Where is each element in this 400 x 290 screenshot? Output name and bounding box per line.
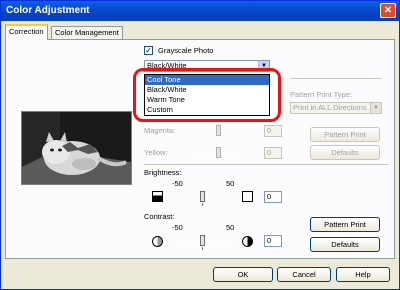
yellow-value-field[interactable]: 0: [264, 147, 282, 159]
cancel-button[interactable]: Cancel: [277, 267, 331, 282]
help-button[interactable]: Help: [336, 267, 390, 282]
brightness-value-field[interactable]: 0: [264, 191, 282, 203]
divider: [290, 78, 382, 79]
pattern-print-type-label: Pattern Print Type:: [290, 90, 352, 99]
tab-color-management-label: Color Management: [55, 28, 119, 37]
brightness-light-icon: [242, 191, 253, 202]
brightness-max: 50: [226, 179, 235, 188]
grayscale-checkbox[interactable]: ✓: [144, 46, 153, 55]
grayscale-label: Grayscale Photo: [158, 46, 214, 55]
contrast-low-icon: [152, 236, 163, 247]
contrast-slider-thumb[interactable]: [200, 235, 205, 246]
brightness-min: -50: [172, 179, 183, 188]
red-highlight-annotation: [133, 68, 281, 122]
magenta-label: Magenta:: [144, 126, 176, 135]
magenta-slider-thumb[interactable]: [216, 125, 221, 136]
contrast-high-icon: [242, 236, 253, 247]
cat-photo: [22, 112, 131, 184]
defaults-button[interactable]: Defaults: [310, 237, 380, 252]
close-icon[interactable]: ✕: [380, 3, 396, 18]
tab-correction[interactable]: Correction: [5, 24, 48, 40]
yellow-label: Yellow:: [144, 148, 168, 157]
contrast-max: 50: [226, 223, 235, 232]
brightness-dark-icon: [152, 191, 163, 202]
pattern-print-type-value: Print in ALL Directions: [293, 103, 367, 112]
tab-color-management[interactable]: Color Management: [51, 26, 123, 39]
brightness-label: Brightness:: [144, 168, 182, 177]
color-adjustment-dialog: Color Adjustment ✕ Correction Color Mana…: [0, 0, 400, 290]
divider: [144, 164, 388, 165]
yellow-slider-thumb[interactable]: [216, 147, 221, 158]
title-bar: Color Adjustment ✕: [1, 1, 399, 21]
pattern-print-button-top[interactable]: Pattern Print: [310, 127, 380, 142]
ok-button[interactable]: OK: [213, 267, 273, 282]
pattern-print-button[interactable]: Pattern Print: [310, 217, 380, 232]
contrast-min: -50: [172, 223, 183, 232]
contrast-label: Contrast:: [144, 212, 175, 221]
pattern-print-type-select[interactable]: Print in ALL Directions ▼: [290, 102, 382, 114]
defaults-button-top[interactable]: Defaults: [310, 145, 380, 160]
photo-preview: [21, 111, 132, 185]
contrast-tick: [202, 247, 203, 250]
checkmark-icon: ✓: [145, 46, 152, 55]
brightness-tick: [202, 203, 203, 206]
magenta-value-field[interactable]: 0: [264, 125, 282, 137]
brightness-slider-thumb[interactable]: [200, 191, 205, 202]
window-title: Color Adjustment: [6, 5, 90, 16]
dropdown-arrow-icon: ▼: [370, 103, 381, 113]
tab-correction-label: Correction: [9, 27, 44, 36]
contrast-value-field[interactable]: 0: [264, 235, 282, 247]
